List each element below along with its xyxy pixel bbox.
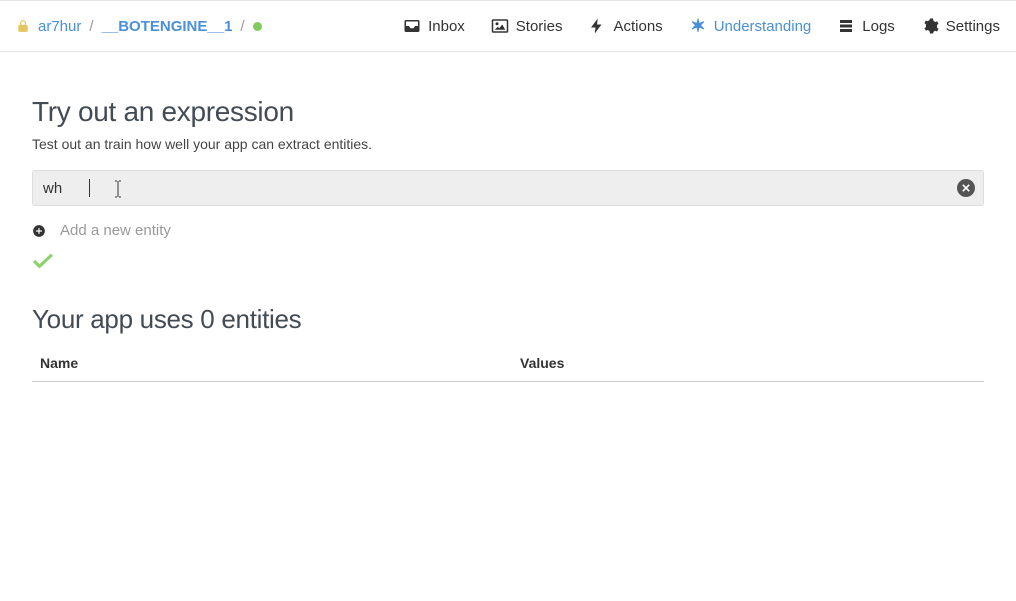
- main-content: Try out an expression Test out an train …: [0, 52, 1016, 402]
- logs-icon: [837, 17, 855, 35]
- add-entity-label: Add a new entity: [60, 222, 171, 239]
- add-entity-button[interactable]: Add a new entity: [32, 222, 984, 239]
- breadcrumb: ar7hur / __BOTENGINE__1 /: [16, 18, 262, 35]
- check-icon: [32, 256, 54, 273]
- breadcrumb-separator: /: [89, 18, 93, 35]
- column-values: Values: [520, 355, 564, 371]
- status-dot-icon: [253, 22, 262, 31]
- page-subtitle: Test out an train how well your app can …: [32, 136, 984, 152]
- nav-logs[interactable]: Logs: [837, 17, 895, 35]
- bolt-icon: [588, 17, 606, 35]
- gear-icon: [921, 17, 939, 35]
- nav-settings[interactable]: Settings: [921, 17, 1000, 35]
- plus-circle-icon: [32, 224, 46, 238]
- entities-heading: Your app uses 0 entities: [32, 304, 984, 335]
- nav: Inbox Stories Actions Understanding Logs: [403, 17, 1000, 35]
- breadcrumb-app[interactable]: __BOTENGINE__1: [102, 18, 233, 35]
- nav-settings-label: Settings: [946, 18, 1000, 35]
- entities-table-header: Name Values: [32, 355, 984, 382]
- nav-understanding-label: Understanding: [714, 18, 812, 35]
- close-icon: [962, 179, 970, 197]
- expression-input[interactable]: [43, 180, 949, 197]
- inbox-icon: [403, 17, 421, 35]
- lock-icon: [16, 19, 30, 33]
- nav-inbox[interactable]: Inbox: [403, 17, 465, 35]
- nav-actions-label: Actions: [613, 18, 662, 35]
- breadcrumb-separator: /: [240, 18, 244, 35]
- nav-understanding[interactable]: Understanding: [689, 17, 812, 35]
- breadcrumb-user[interactable]: ar7hur: [38, 18, 81, 35]
- top-bar: ar7hur / __BOTENGINE__1 / Inbox Stories …: [0, 0, 1016, 52]
- clear-input-button[interactable]: [957, 179, 975, 197]
- nav-actions[interactable]: Actions: [588, 17, 662, 35]
- nav-logs-label: Logs: [862, 18, 895, 35]
- asterisk-icon: [689, 17, 707, 35]
- nav-stories[interactable]: Stories: [491, 17, 563, 35]
- nav-inbox-label: Inbox: [428, 18, 465, 35]
- confirm-button[interactable]: [32, 253, 56, 274]
- page-title: Try out an expression: [32, 96, 984, 128]
- column-name: Name: [40, 355, 520, 371]
- expression-input-box[interactable]: [32, 170, 984, 206]
- text-caret: [89, 179, 90, 197]
- nav-stories-label: Stories: [516, 18, 563, 35]
- image-icon: [491, 17, 509, 35]
